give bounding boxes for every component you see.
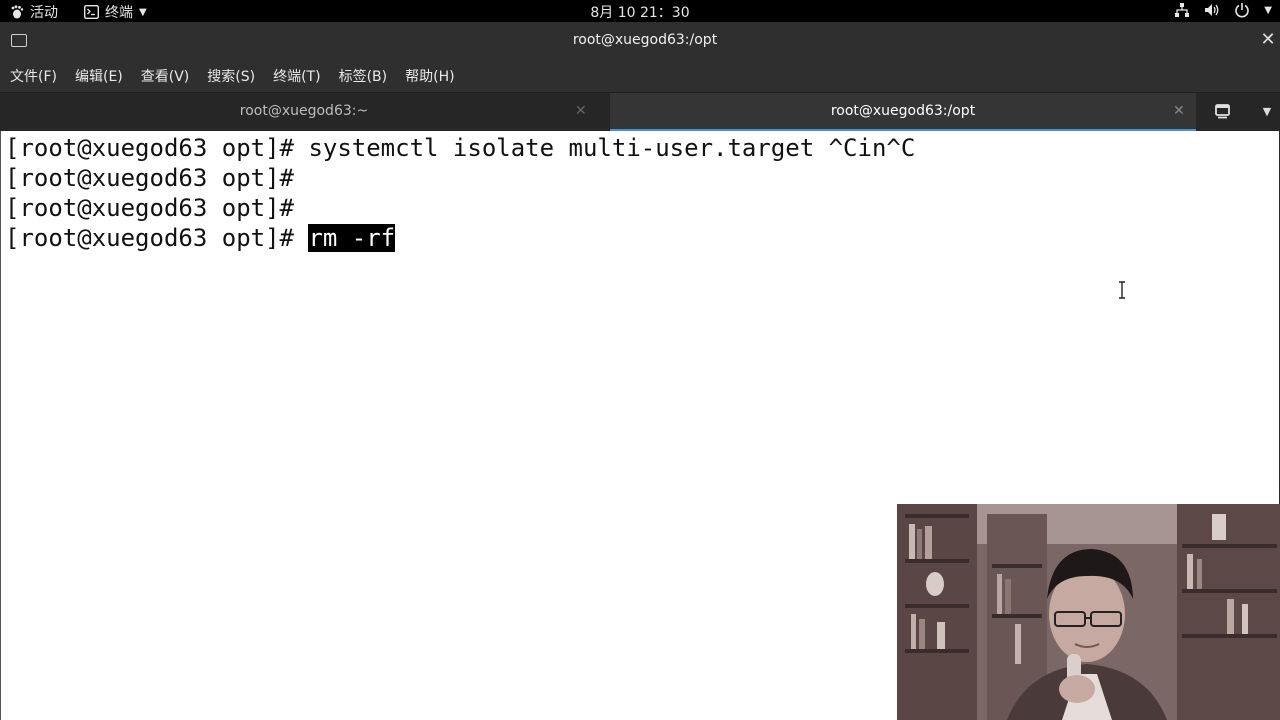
terminal-line: [root@xuegod63 opt]# bbox=[5, 193, 308, 223]
presenter-video bbox=[897, 504, 1280, 720]
tab-label: root@xuegod63:~ bbox=[239, 103, 369, 119]
close-icon: ✕ bbox=[1173, 103, 1185, 119]
terminal-line: [root@xuegod63 opt]# systemctl isolate m… bbox=[5, 133, 915, 163]
prompt: [root@xuegod63 opt]# bbox=[5, 164, 309, 192]
gnome-foot-icon bbox=[11, 5, 24, 19]
terminal-line: [root@xuegod63 opt]# bbox=[5, 163, 308, 193]
tab-close-button[interactable]: ✕ bbox=[575, 103, 587, 119]
window-titlebar[interactable]: root@xuegod63:/opt ✕ bbox=[0, 22, 1280, 60]
top-bar: 活动 终端 ▼ 8月 10 21：30 ▼ bbox=[0, 0, 1280, 22]
menu-item-view[interactable]: 查看(V) bbox=[141, 64, 190, 88]
power-icon bbox=[1234, 1, 1250, 19]
menu-item-terminal[interactable]: 终端(T) bbox=[273, 64, 320, 88]
close-icon: ✕ bbox=[1260, 29, 1276, 50]
clock[interactable]: 8月 10 21：30 bbox=[590, 5, 689, 21]
close-window-button[interactable]: ✕ bbox=[1258, 30, 1278, 50]
tab-opt[interactable]: root@xuegod63:/opt ✕ bbox=[610, 93, 1196, 131]
activities-label: 活动 bbox=[30, 5, 58, 21]
menu-bar: 文件(F) 编辑(E) 查看(V) 搜索(S) 终端(T) 标签(B) 帮助(H… bbox=[0, 60, 1280, 92]
new-tab-icon bbox=[1215, 104, 1230, 119]
tab-bar: root@xuegod63:~ ✕ root@xuegod63:/opt ✕ ▼ bbox=[0, 92, 1280, 131]
tab-menu-button[interactable]: ▼ bbox=[1258, 102, 1276, 122]
selected-text: rm -rf bbox=[308, 224, 396, 252]
new-tab-button[interactable] bbox=[1214, 102, 1238, 122]
chevron-down-icon: ▼ bbox=[139, 6, 147, 18]
prompt: [root@xuegod63 opt]# bbox=[5, 194, 309, 222]
tab-close-button[interactable]: ✕ bbox=[1173, 103, 1185, 119]
close-icon: ✕ bbox=[575, 103, 587, 119]
prompt: [root@xuegod63 opt]# bbox=[5, 134, 309, 162]
menu-item-file[interactable]: 文件(F) bbox=[10, 64, 57, 88]
activities-button[interactable]: 活动 bbox=[10, 2, 58, 22]
prompt: [root@xuegod63 opt]# bbox=[5, 224, 309, 252]
terminal-icon bbox=[84, 5, 99, 19]
command-text: systemctl isolate multi-user.target ^Cin… bbox=[308, 134, 916, 162]
system-tray[interactable]: ▼ bbox=[1174, 1, 1272, 19]
menu-item-edit[interactable]: 编辑(E) bbox=[75, 64, 123, 88]
menu-item-tabs[interactable]: 标签(B) bbox=[339, 64, 388, 88]
menu-item-search[interactable]: 搜索(S) bbox=[207, 64, 255, 88]
app-menu-label: 终端 bbox=[105, 5, 133, 21]
volume-icon bbox=[1204, 1, 1220, 19]
text-cursor-icon bbox=[1119, 281, 1125, 299]
chevron-down-icon: ▼ bbox=[1262, 105, 1272, 118]
tab-label: root@xuegod63:/opt bbox=[830, 103, 976, 119]
chevron-down-icon: ▼ bbox=[1264, 4, 1272, 16]
window-title: root@xuegod63:/opt bbox=[572, 32, 718, 48]
app-menu-button[interactable]: 终端 ▼ bbox=[84, 2, 147, 22]
window-icon bbox=[11, 34, 27, 47]
menu-item-help[interactable]: 帮助(H) bbox=[405, 64, 454, 88]
webcam-overlay bbox=[897, 504, 1280, 720]
tab-home[interactable]: root@xuegod63:~ ✕ bbox=[0, 93, 608, 131]
terminal-line: [root@xuegod63 opt]# rm -rf bbox=[5, 223, 396, 253]
network-icon bbox=[1174, 1, 1190, 19]
